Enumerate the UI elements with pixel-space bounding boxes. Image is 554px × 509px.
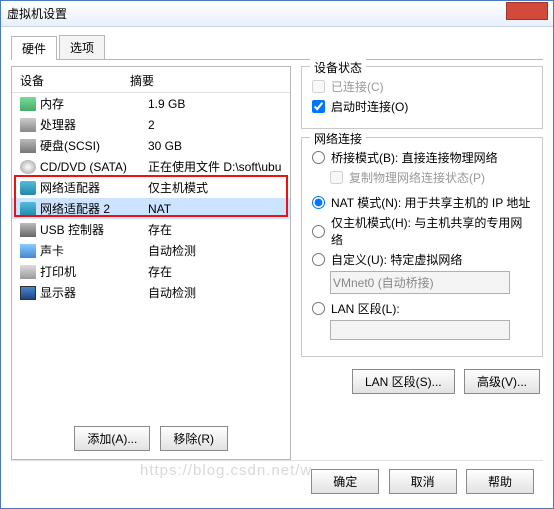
advanced-button[interactable]: 高级(V)... [464,369,540,394]
hardware-header: 设备 摘要 [12,67,290,93]
device-name: 处理器 [40,116,148,133]
remove-button[interactable]: 移除(R) [160,426,228,451]
device-icon [20,139,36,153]
hardware-row[interactable]: 处理器2 [12,114,290,135]
tab-options[interactable]: 选项 [59,35,105,59]
device-icon [20,118,36,132]
connected-label: 已连接(C) [331,78,384,95]
device-name: 声卡 [40,242,148,259]
device-summary: 自动检测 [148,242,282,259]
device-icon [20,160,36,174]
device-summary: 仅主机模式 [148,179,282,196]
hardware-row[interactable]: 显示器自动检测 [12,282,290,303]
replicate-label: 复制物理网络连接状态(P) [349,169,485,186]
device-icon [20,223,36,237]
hardware-row[interactable]: 打印机存在 [12,261,290,282]
connected-checkbox[interactable]: 已连接(C) [312,78,532,95]
device-status-group: 设备状态 已连接(C) 启动时连接(O) [301,66,543,129]
hardware-buttons: 添加(A)... 移除(R) [12,418,290,459]
connect-on-start-checkbox[interactable]: 启动时连接(O) [312,98,532,115]
nat-label: NAT 模式(N): 用于共享主机的 IP 地址 [331,194,530,211]
col-summary: 摘要 [130,72,154,89]
lanseg-input[interactable] [312,302,325,315]
vm-settings-dialog: 虚拟机设置 硬件 选项 设备 摘要 内存1.9 GB处理器2硬盘(SCSI)30… [0,0,554,509]
status-legend: 设备状态 [310,59,366,76]
nat-input[interactable] [312,196,325,209]
bridged-input[interactable] [312,151,325,164]
cancel-button[interactable]: 取消 [389,469,457,494]
hardware-row[interactable]: CD/DVD (SATA)正在使用文件 D:\soft\ubuntu-14.04… [12,156,290,177]
connect-on-label: 启动时连接(O) [331,98,408,115]
main-area: 设备 摘要 内存1.9 GB处理器2硬盘(SCSI)30 GBCD/DVD (S… [11,66,543,460]
hardware-row[interactable]: 网络适配器 2NAT [12,198,290,219]
hardware-row[interactable]: 声卡自动检测 [12,240,290,261]
device-name: 网络适配器 [40,179,148,196]
device-icon [20,181,36,195]
hardware-row[interactable]: 网络适配器仅主机模式 [12,177,290,198]
device-summary: 1.9 GB [148,97,282,111]
device-icon [20,286,36,300]
add-button[interactable]: 添加(A)... [74,426,150,451]
dialog-footer: 确定 取消 帮助 [11,460,543,502]
net-legend: 网络连接 [310,130,366,147]
device-icon [20,244,36,258]
right-buttons: LAN 区段(S)... 高级(V)... [301,369,543,394]
tab-hardware[interactable]: 硬件 [11,36,57,60]
device-summary: NAT [148,202,282,216]
titlebar: 虚拟机设置 [1,1,553,27]
right-panel: 设备状态 已连接(C) 启动时连接(O) 网络连接 桥接模式(B): 直接连接物 [301,66,543,460]
device-icon [20,97,36,111]
device-name: 内存 [40,95,148,112]
ok-button[interactable]: 确定 [311,469,379,494]
lan-segments-button[interactable]: LAN 区段(S)... [352,369,455,394]
network-connection-group: 网络连接 桥接模式(B): 直接连接物理网络 复制物理网络连接状态(P) NAT… [301,137,543,357]
connect-on-input[interactable] [312,100,325,113]
hostonly-input[interactable] [312,225,325,238]
lanseg-select [330,320,510,340]
replicate-checkbox: 复制物理网络连接状态(P) [330,169,532,186]
device-summary: 存在 [148,221,282,238]
bridged-radio[interactable]: 桥接模式(B): 直接连接物理网络 [312,149,532,166]
device-name: 硬盘(SCSI) [40,137,148,154]
device-summary: 自动检测 [148,284,282,301]
device-name: 打印机 [40,263,148,280]
hostonly-radio[interactable]: 仅主机模式(H): 与主机共享的专用网络 [312,214,532,248]
custom-radio[interactable]: 自定义(U): 特定虚拟网络 [312,251,532,268]
lanseg-label: LAN 区段(L): [331,300,400,317]
nat-radio[interactable]: NAT 模式(N): 用于共享主机的 IP 地址 [312,194,532,211]
device-summary: 2 [148,118,282,132]
dialog-body: 硬件 选项 设备 摘要 内存1.9 GB处理器2硬盘(SCSI)30 GBCD/… [1,27,553,508]
device-name: USB 控制器 [40,221,148,238]
device-name: CD/DVD (SATA) [40,160,148,174]
device-summary: 正在使用文件 D:\soft\ubuntu-14.04... [148,158,282,175]
close-icon[interactable] [506,2,548,20]
custom-input[interactable] [312,253,325,266]
device-name: 网络适配器 2 [40,200,148,217]
vmnet-select: VMnet0 (自动桥接) [330,271,510,294]
device-name: 显示器 [40,284,148,301]
hardware-list-panel: 设备 摘要 内存1.9 GB处理器2硬盘(SCSI)30 GBCD/DVD (S… [11,66,291,460]
custom-label: 自定义(U): 特定虚拟网络 [331,251,462,268]
device-summary: 存在 [148,263,282,280]
device-summary: 30 GB [148,139,282,153]
device-icon [20,202,36,216]
help-button[interactable]: 帮助 [466,469,534,494]
window-title: 虚拟机设置 [7,5,547,22]
lanseg-radio[interactable]: LAN 区段(L): [312,300,532,317]
hostonly-label: 仅主机模式(H): 与主机共享的专用网络 [331,214,532,248]
col-device: 设备 [20,72,130,89]
hardware-row[interactable]: 硬盘(SCSI)30 GB [12,135,290,156]
hardware-row[interactable]: USB 控制器存在 [12,219,290,240]
device-icon [20,265,36,279]
bridged-label: 桥接模式(B): 直接连接物理网络 [331,149,498,166]
hardware-rows: 内存1.9 GB处理器2硬盘(SCSI)30 GBCD/DVD (SATA)正在… [12,93,290,418]
hardware-row[interactable]: 内存1.9 GB [12,93,290,114]
connected-input [312,80,325,93]
tabs: 硬件 选项 [11,35,543,60]
replicate-input [330,171,343,184]
